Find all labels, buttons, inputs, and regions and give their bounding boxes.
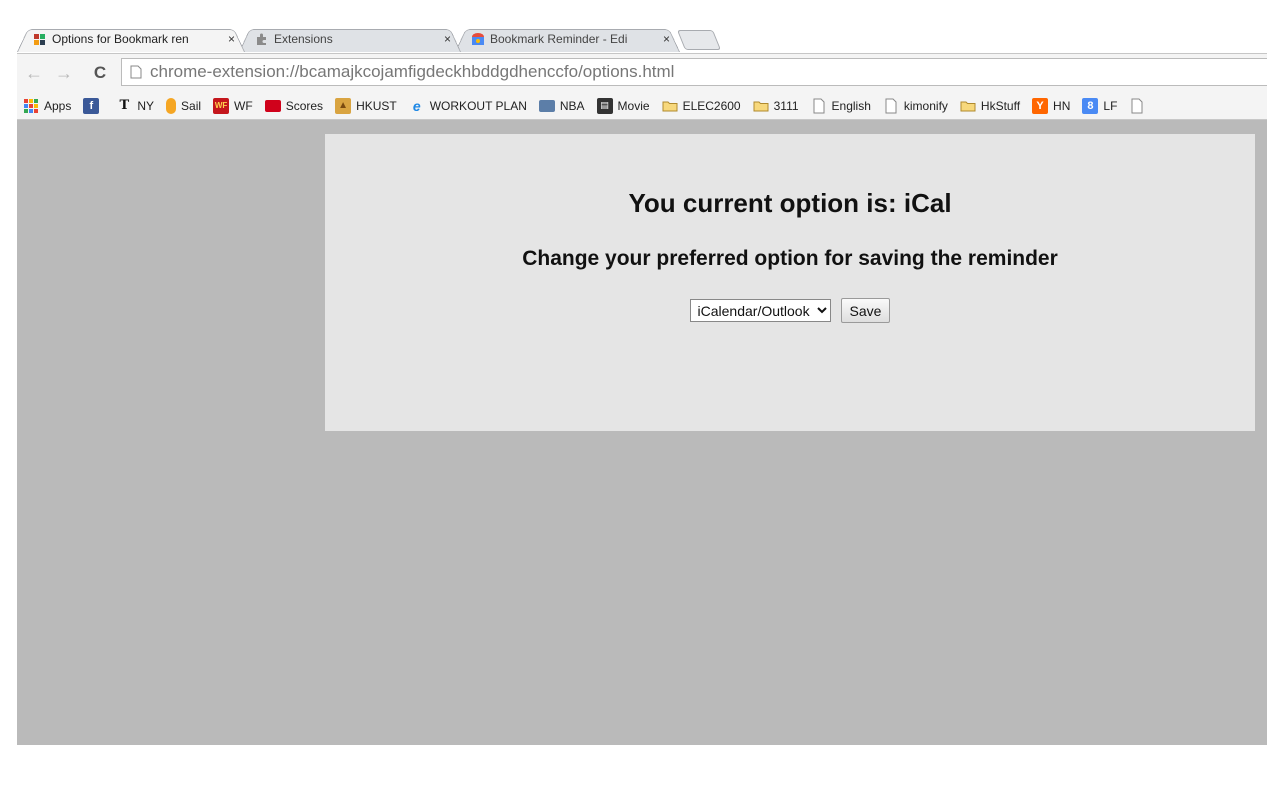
bookmark-ny[interactable]: T NY — [116, 98, 155, 114]
folder-icon — [960, 101, 976, 111]
tab-options[interactable]: Options for Bookmark ren × — [17, 26, 245, 52]
bookmark-apps[interactable]: Apps — [23, 98, 71, 114]
bookmark-wf[interactable]: WF WF — [213, 97, 253, 114]
bookmark-label: HkStuff — [980, 98, 1021, 113]
bookmark-label: LF — [1103, 98, 1118, 113]
folder-icon — [662, 101, 678, 111]
option-controls: iCalendar/Outlook Save — [325, 298, 1255, 323]
google-plus-icon: 8 — [1082, 97, 1099, 114]
bookmark-label: HKUST — [356, 98, 397, 113]
forward-arrow-icon[interactable]: → — [53, 62, 75, 84]
bookmarks-bar: Apps f T NY Sail WF WF Scores ▲ HKUST e … — [17, 92, 1267, 120]
bookmark-label: Scores — [285, 98, 324, 113]
bookmark-hkstuff[interactable]: HkStuff — [960, 98, 1020, 114]
bookmark-nba[interactable]: NBA — [538, 98, 585, 113]
bookmark-hkust[interactable]: ▲ HKUST — [335, 97, 397, 114]
bookmark-workout-plan[interactable]: e WORKOUT PLAN — [409, 98, 527, 114]
ycombinator-icon: Y — [1032, 97, 1049, 114]
facebook-icon: f — [83, 97, 100, 114]
tab-close-icon[interactable]: × — [663, 32, 670, 46]
address-text: chrome-extension://bcamajkcojamfigdeckhb… — [150, 62, 675, 81]
folder-icon — [753, 101, 769, 111]
computer-icon — [538, 99, 555, 112]
bookmark-elec2600[interactable]: ELEC2600 — [662, 98, 741, 114]
browser-window: Options for Bookmark ren × Extensions × … — [17, 26, 1267, 745]
reload-icon[interactable]: C — [89, 62, 111, 84]
bookmark-english[interactable]: English — [811, 98, 871, 114]
tab-bookmark-reminder[interactable]: Bookmark Reminder - Edi × — [455, 26, 680, 52]
page-icon — [813, 98, 825, 113]
bookmark-kimonify[interactable]: kimonify — [883, 98, 948, 114]
bookmark-movie[interactable]: ▤ Movie — [596, 97, 650, 114]
tab-title: Extensions — [274, 32, 333, 46]
puzzle-gray-icon — [257, 33, 266, 45]
tab-close-icon[interactable]: × — [444, 32, 451, 46]
bookmark-label: NY — [137, 98, 155, 113]
clapper-icon: ▤ — [596, 97, 613, 114]
espn-icon — [264, 99, 281, 112]
bookmark-label: 3111 — [773, 98, 799, 113]
change-option-heading: Change your preferred option for saving … — [522, 247, 1058, 270]
new-tab-button[interactable] — [676, 30, 722, 50]
ie-icon: e — [412, 97, 421, 114]
tab-title: Options for Bookmark ren — [52, 32, 189, 46]
bookmark-scores[interactable]: Scores — [264, 98, 324, 113]
tab-strip: Options for Bookmark ren × Extensions × … — [17, 26, 1267, 53]
tab-extensions[interactable]: Extensions × — [239, 26, 461, 52]
address-bar[interactable]: chrome-extension://bcamajkcojamfigdeckhb… — [121, 58, 1267, 86]
options-panel: You current option is: iCal Change your … — [325, 134, 1255, 431]
webstore-icon — [472, 33, 484, 45]
nytimes-icon: T — [119, 98, 130, 113]
bookmark-label: Apps — [44, 98, 72, 113]
save-button[interactable]: Save — [840, 298, 891, 323]
bookmark-label: kimonify — [903, 98, 948, 113]
tab-title: Bookmark Reminder - Edi — [490, 32, 628, 46]
bookmark-label: Sail — [181, 98, 202, 113]
current-option-heading: You current option is: iCal — [628, 188, 952, 218]
page-icon — [130, 65, 142, 79]
bookmark-label: English — [831, 98, 871, 113]
back-arrow-icon[interactable]: ← — [23, 62, 45, 84]
bookmark-label: NBA — [559, 98, 585, 113]
bookmark-label: WF — [234, 98, 253, 113]
toolbar: ← → C chrome-extension://bcamajkcojamfig… — [17, 53, 1267, 92]
bookmark-label: Movie — [617, 98, 650, 113]
bookmark-label: ELEC2600 — [682, 98, 741, 113]
bookmark-label: HN — [1053, 98, 1071, 113]
bookmark-lf[interactable]: 8 LF — [1082, 97, 1118, 114]
hkust-icon: ▲ — [335, 97, 352, 114]
bookmark-hn[interactable]: Y HN — [1032, 97, 1071, 114]
format-select[interactable]: iCalendar/Outlook — [689, 299, 831, 322]
bookmark-3111[interactable]: 3111 — [753, 98, 799, 114]
sail-icon — [166, 97, 177, 114]
puzzle-colored-icon — [34, 34, 45, 45]
page-icon — [885, 98, 897, 113]
apps-grid-icon — [24, 98, 38, 113]
bookmark-label: WORKOUT PLAN — [429, 98, 527, 113]
page-content: You current option is: iCal Change your … — [17, 121, 1267, 745]
bookmark-sail[interactable]: Sail — [166, 97, 202, 114]
bookmark-facebook[interactable]: f — [83, 97, 104, 114]
tab-close-icon[interactable]: × — [228, 32, 235, 46]
page-icon — [1131, 98, 1143, 113]
bookmark-overflow[interactable] — [1129, 98, 1150, 114]
wellsfargo-icon: WF — [213, 97, 230, 114]
